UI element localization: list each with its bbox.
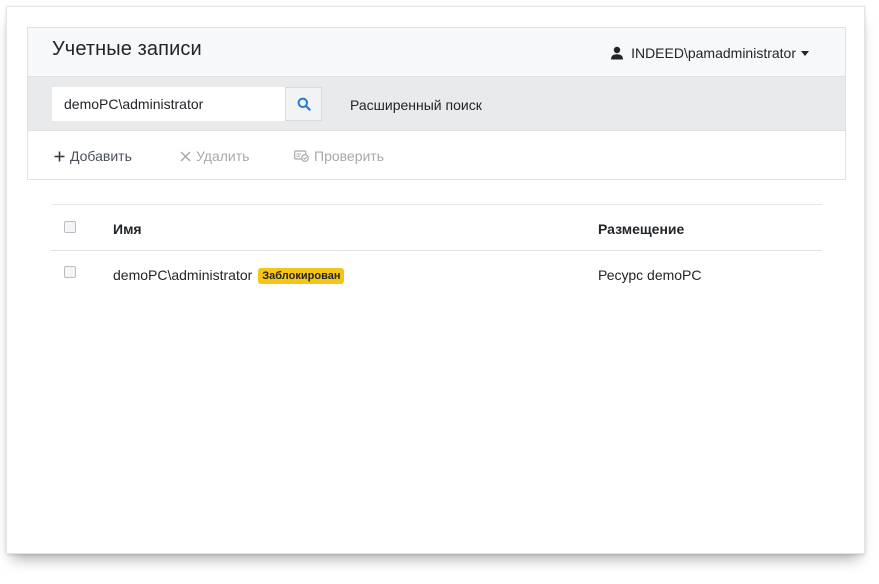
- check-label: Проверить: [314, 148, 385, 164]
- chevron-down-icon: [801, 50, 809, 56]
- accounts-table: Имя Размещение demoPC\administrator Забло…: [51, 204, 822, 297]
- accounts-panel: Учетные записи INDEED\pamadministrator d…: [27, 27, 846, 180]
- toolbar: Добавить Удалить Проверить: [28, 131, 845, 180]
- search-group: [52, 87, 322, 121]
- row-checkbox[interactable]: [64, 266, 76, 278]
- delete-button[interactable]: Удалить: [180, 148, 249, 164]
- add-label: Добавить: [70, 148, 132, 164]
- page-header: Учетные записи INDEED\pamadministrator: [28, 28, 845, 77]
- check-button[interactable]: Проверить: [294, 148, 384, 164]
- close-icon: [180, 150, 191, 162]
- table-row[interactable]: demoPC\administrator Заблокирован Ресурс …: [51, 251, 822, 297]
- account-name-cell[interactable]: demoPC\administrator Заблокирован: [113, 267, 345, 284]
- search-bar: Расширенный поиск: [28, 77, 845, 131]
- plus-icon: [54, 151, 65, 161]
- account-name[interactable]: demoPC\administrator: [113, 267, 252, 283]
- search-input[interactable]: [52, 87, 285, 121]
- app-window: Учетные записи INDEED\pamadministrator d…: [6, 6, 865, 554]
- status-badge: Заблокирован: [258, 268, 345, 284]
- account-location: Ресурс demoPC: [598, 267, 702, 283]
- user-menu[interactable]: INDEED\pamadministrator: [610, 45, 809, 61]
- search-button[interactable]: [285, 87, 322, 121]
- select-all-checkbox[interactable]: [64, 221, 76, 233]
- page-title: Учетные записи: [52, 38, 202, 60]
- column-header-name[interactable]: Имя: [113, 221, 142, 237]
- column-header-location[interactable]: Размещение: [598, 221, 684, 237]
- user-icon: [611, 46, 624, 60]
- table-header-row: Имя Размещение: [51, 204, 822, 251]
- search-icon: [297, 97, 311, 111]
- add-button[interactable]: Добавить: [54, 148, 132, 164]
- advanced-search-link[interactable]: Расширенный поиск: [350, 97, 482, 113]
- user-name: INDEED\pamadministrator: [631, 45, 796, 61]
- delete-label: Удалить: [196, 148, 250, 164]
- check-account-icon: [294, 150, 309, 162]
